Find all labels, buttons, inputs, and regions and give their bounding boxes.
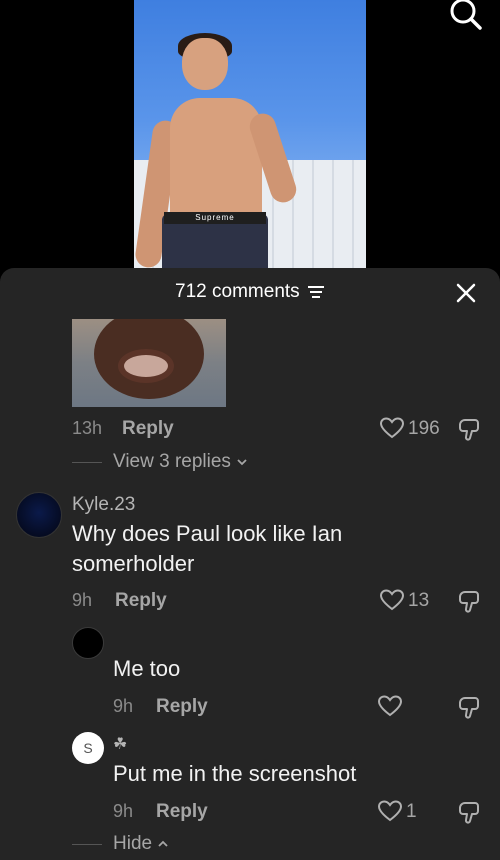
heart-icon[interactable] [380,417,404,439]
replies-divider [72,844,102,845]
video-person-body [170,98,262,224]
comment-text: Why does Paul look like Ian somerholder [72,519,342,579]
dislike-icon[interactable] [457,695,481,719]
reply-text: Me too [113,656,181,681]
reply-timestamp: 9h [113,801,134,821]
like-count: 13 [408,590,430,611]
comments-count-title[interactable]: 712 comments [0,281,500,303]
comment-timestamp: 13h [72,418,103,438]
like-count: 196 [408,418,440,439]
waistband-logo: Supreme [164,212,266,224]
chevron-down-icon [237,459,247,466]
avatar[interactable] [72,627,104,659]
reply-timestamp: 9h [113,696,134,716]
dislike-icon[interactable] [457,800,481,824]
avatar[interactable] [16,492,62,538]
close-icon [456,283,476,303]
dislike-icon[interactable] [457,589,481,613]
search-button[interactable] [448,0,484,32]
avatar[interactable]: S [72,732,104,764]
search-icon [450,0,482,30]
chevron-up-icon [158,840,168,847]
comments-header: 712 comments [0,268,500,316]
comment-timestamp: 9h [72,590,93,610]
view-replies-button[interactable]: View 3 replies [113,451,248,473]
comment-username[interactable]: Kyle.23 [72,494,135,516]
heart-icon[interactable] [378,695,402,717]
comment-image[interactable] [72,319,226,407]
filter-icon [307,285,324,298]
comment-text-line: Why does Paul look like Ian [72,521,343,546]
reply-button[interactable]: Reply [122,418,174,440]
reply-button[interactable]: Reply [156,801,208,823]
reply-button[interactable]: Reply [115,590,167,612]
comment-image-mouth [118,349,174,383]
comment-text-line: somerholder [72,551,195,576]
video-preview[interactable]: Supreme [134,0,366,268]
reply-button[interactable]: Reply [156,696,208,718]
hide-replies-label: Hide [113,833,153,854]
comments-count-label: 712 comments [175,281,300,302]
heart-icon[interactable] [378,800,402,822]
video-person-head [182,38,228,90]
comments-sheet: 712 comments 13h Reply 196 View 3 replie… [0,268,500,860]
close-comments-button[interactable] [451,278,481,308]
hide-replies-button[interactable]: Hide [113,833,169,855]
replies-divider [72,462,102,463]
reply-username[interactable]: ☘ [113,734,127,754]
reply-text: Put me in the screenshot [113,761,357,786]
like-count: 1 [406,801,417,822]
heart-icon[interactable] [380,589,404,611]
dislike-icon[interactable] [457,417,481,441]
view-replies-label: View 3 replies [113,451,231,472]
